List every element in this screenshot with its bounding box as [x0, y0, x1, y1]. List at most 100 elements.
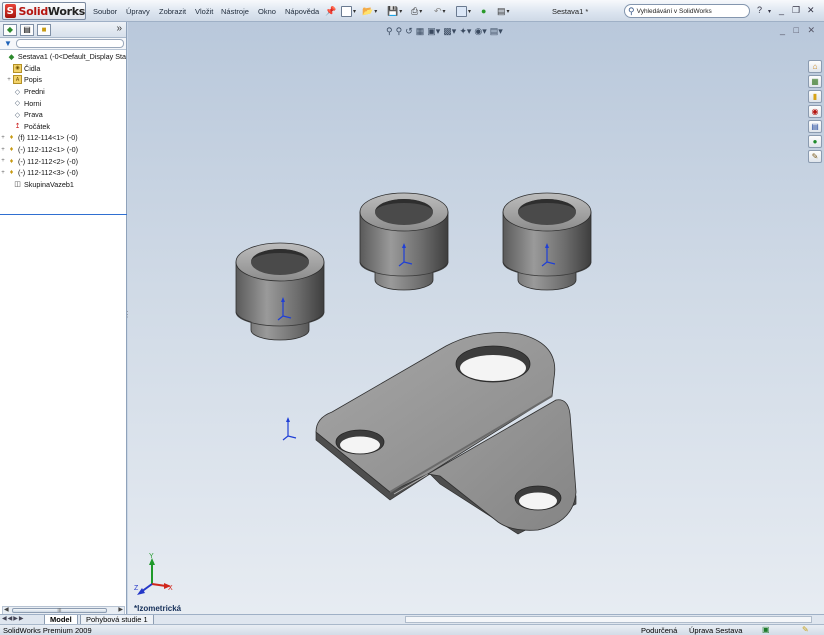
bushing-part-1[interactable]	[235, 242, 325, 341]
quick-tips-icon[interactable]: ✎	[802, 625, 809, 634]
select-pointer-icon	[456, 5, 467, 17]
view-palette-icon[interactable]: ▤	[808, 120, 822, 133]
feature-tree-tab-icon[interactable]: ◆	[3, 24, 17, 36]
menu-zobrazit[interactable]: Zobrazit	[159, 7, 186, 16]
configuration-tab-icon[interactable]: ■	[37, 24, 51, 36]
tree-item-part[interactable]: + ♦ (-) 112-112<2> (-0)	[0, 155, 126, 167]
open-button[interactable]: 📂 ▾	[362, 4, 377, 18]
bushing-part-3[interactable]	[502, 192, 592, 291]
tree-item-label: SkupinaVazeb1	[24, 179, 74, 189]
pin-icon[interactable]: 📌	[325, 4, 336, 18]
tree-item-mates[interactable]: ◫ SkupinaVazeb1	[0, 179, 126, 191]
assembly-icon: ◆	[8, 53, 15, 61]
plane-icon: ◇	[14, 111, 21, 119]
minimize-button[interactable]: _	[779, 5, 784, 15]
undo-button[interactable]: ↶ ▾	[434, 4, 446, 18]
expand-toggle[interactable]: +	[0, 158, 6, 164]
menu-okno[interactable]: Okno	[258, 7, 276, 16]
scrollbar-thumb[interactable]: III	[12, 608, 107, 614]
chevron-down-icon: ▾	[353, 8, 357, 15]
rebuild-status-icon[interactable]: ▣	[762, 625, 770, 634]
custom-properties-icon[interactable]: ✎	[808, 150, 822, 163]
expand-toggle[interactable]: +	[6, 77, 12, 83]
file-explorer-icon[interactable]: ▮	[808, 90, 822, 103]
tree-item-label: Čidla	[24, 63, 41, 73]
graphics-area[interactable]: ⚲ ⚲ ↺ ▦ ▣▾ ▩▾ ✦▾ ◉▾ ▤▾ _ □ ✕ Y X Z ⌂ ▦ ▮…	[128, 22, 824, 617]
tree-item-top-plane[interactable]: ◇ Horni	[0, 97, 126, 109]
print-button[interactable]: ⎙ ▾	[411, 4, 422, 18]
status-mode: Úprava Sestava	[689, 626, 743, 635]
rebuild-button[interactable]: ●	[481, 4, 486, 18]
tree-item-part[interactable]: + ♦ (f) 112-114<1> (-0)	[0, 132, 126, 144]
bracket-part[interactable]	[315, 332, 577, 535]
save-icon: 💾	[387, 5, 399, 16]
tree-item-assembly[interactable]: ◆ Sestava1 (-0<Default_Display Sta	[0, 51, 126, 63]
close-button[interactable]: ✕	[807, 5, 815, 16]
help-button[interactable]: ?	[757, 5, 762, 15]
reference-triad-icon	[137, 558, 171, 595]
scroll-right-icon[interactable]: ▶	[118, 606, 123, 613]
chevron-down-icon: ▾	[399, 8, 403, 15]
tree-item-label: Počátek	[24, 121, 50, 131]
new-document-icon	[341, 5, 352, 17]
document-title: Sestava1 *	[552, 7, 589, 16]
expand-toggle[interactable]: +	[0, 147, 6, 153]
design-library-icon[interactable]: ▦	[808, 75, 822, 88]
tree-item-annotations[interactable]: + A Popis	[0, 74, 126, 86]
panel-expand-icon[interactable]: »	[116, 23, 122, 34]
menu-soubor[interactable]: Soubor	[93, 7, 117, 16]
filter-icon[interactable]: ▼	[4, 39, 12, 48]
traffic-light-icon: ●	[481, 6, 487, 16]
bushing-part-2[interactable]	[359, 192, 449, 291]
solidworks-logo-text: SolidWorks	[19, 5, 86, 18]
menu-nastroje[interactable]: Nástroje	[221, 7, 249, 16]
tree-rollback-bar[interactable]	[0, 214, 127, 215]
view-orientation-label: *Izometrická	[134, 604, 182, 613]
tree-item-part[interactable]: + ♦ (-) 112-112<1> (-0)	[0, 144, 126, 156]
home-icon[interactable]: ⌂	[808, 60, 822, 73]
chevron-down-icon: ▾	[419, 8, 423, 15]
menu-upravy[interactable]: Úpravy	[126, 7, 150, 16]
chevron-down-icon: ▾	[374, 8, 378, 15]
expand-toggle[interactable]: +	[0, 135, 6, 141]
tree-item-label: (-) 112-112<3> (-0)	[18, 168, 79, 178]
appearances-icon[interactable]: ●	[808, 135, 822, 148]
tree-item-label: Prava	[24, 110, 43, 120]
model-scene: Y X Z	[134, 192, 592, 595]
tree-filter-input[interactable]	[16, 39, 124, 48]
restore-button[interactable]: ❐	[792, 5, 800, 16]
tree-item-right-plane[interactable]: ◇ Prava	[0, 109, 126, 121]
status-definition: Podurčená	[641, 626, 678, 635]
save-button[interactable]: 💾 ▾	[387, 4, 402, 18]
sensor-folder-icon: ◉	[13, 63, 22, 73]
viewport-horizontal-scrollbar[interactable]	[405, 616, 812, 623]
options-button[interactable]: ▤ ▾	[497, 4, 510, 18]
select-button[interactable]: ▾	[456, 4, 471, 18]
tree-item-label: Popis	[24, 75, 42, 85]
tree-item-sensors[interactable]: ◉ Čidla	[0, 63, 126, 75]
expand-toggle[interactable]: +	[0, 170, 6, 176]
part-icon: ♦	[9, 146, 14, 154]
task-pane-tabs: ⌂ ▦ ▮ ◉ ▤ ● ✎	[808, 60, 823, 165]
tree-item-label: Predni	[24, 87, 45, 97]
search-label: Vyhledávání v SolidWorks	[636, 7, 712, 15]
help-dropdown-icon[interactable]: ▾	[768, 8, 771, 15]
search-input[interactable]: ⚲ Vyhledávání v SolidWorks	[624, 4, 750, 18]
tree-filter-row: ▼	[0, 38, 126, 50]
tree-item-part[interactable]: + ♦ (-) 112-112<3> (-0)	[0, 167, 126, 179]
scroll-left-icon[interactable]: ◀	[4, 606, 9, 613]
tree-item-label: (-) 112-112<1> (-0)	[18, 145, 79, 155]
new-document-button[interactable]: ▾	[341, 4, 356, 18]
property-manager-tab-icon[interactable]: ▤	[20, 24, 34, 36]
solidworks-logo-button[interactable]: S SolidWorks	[2, 2, 86, 20]
tree-item-origin[interactable]: ↥ Počátek	[0, 121, 126, 133]
tree-item-front-plane[interactable]: ◇ Predni	[0, 86, 126, 98]
menu-napoveda[interactable]: Nápověda	[285, 7, 319, 16]
part-icon: ♦	[9, 157, 14, 165]
undo-icon: ↶	[434, 5, 442, 16]
tree-item-label: Horni	[24, 98, 42, 108]
tree-item-label: (-) 112-112<2> (-0)	[18, 156, 79, 166]
menu-vlozit[interactable]: Vložit	[195, 7, 213, 16]
search-results-icon[interactable]: ◉	[808, 105, 822, 118]
tab-scroll-arrows-icon[interactable]: ◀◀▶▶	[2, 615, 24, 622]
